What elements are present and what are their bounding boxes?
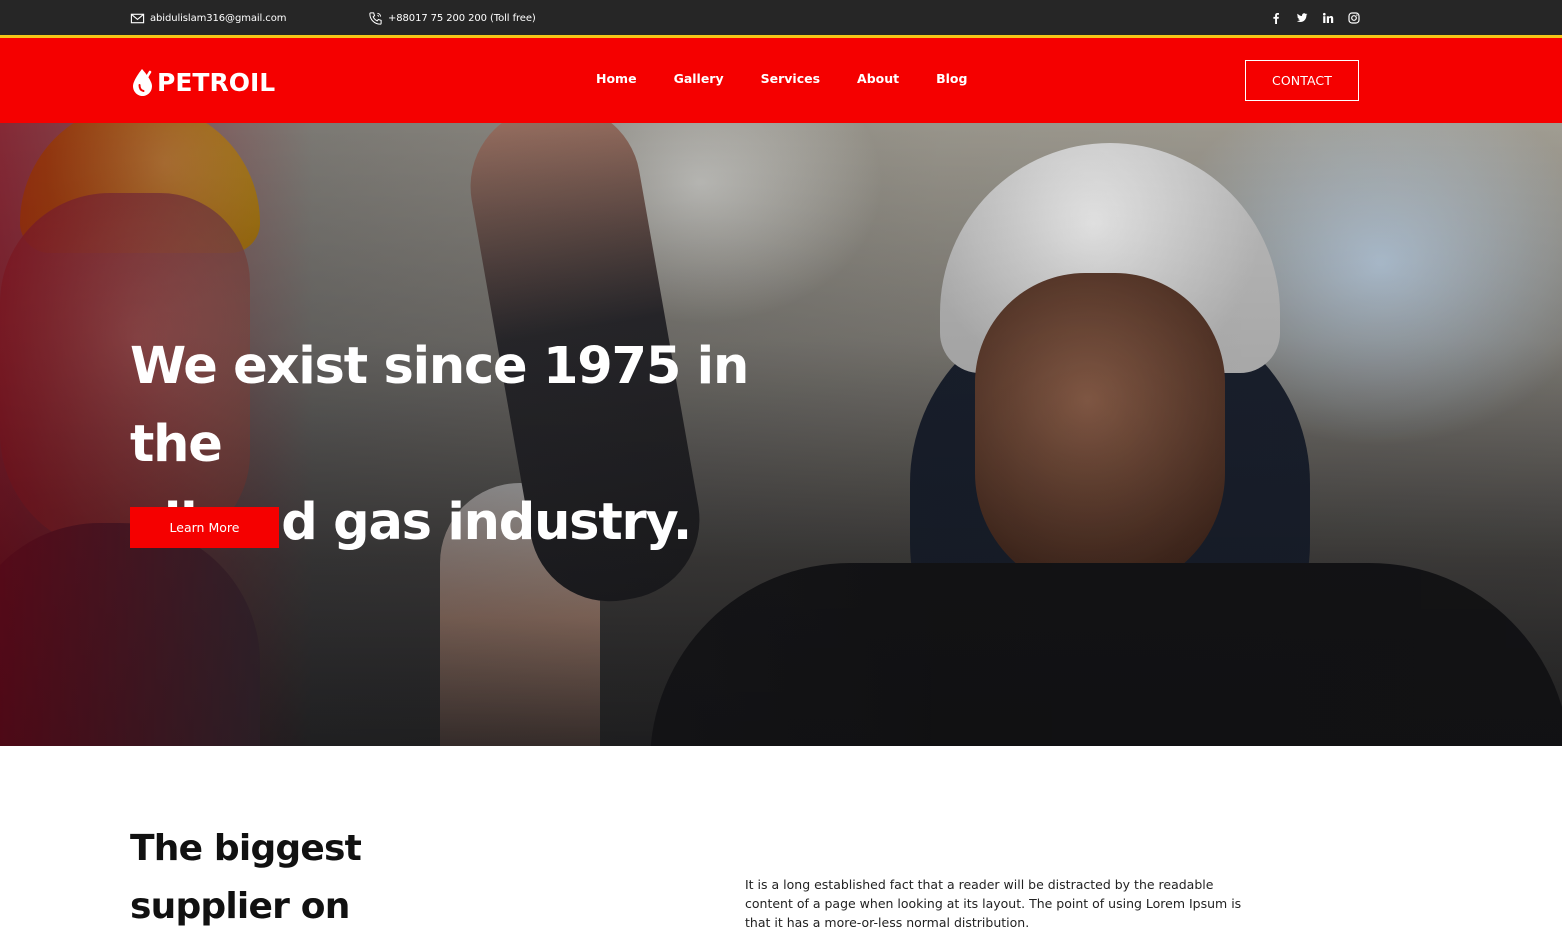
nav-home[interactable]: Home bbox=[596, 71, 637, 86]
mail-icon bbox=[130, 13, 145, 23]
facebook-icon[interactable] bbox=[1268, 10, 1284, 26]
about-title-line-2: supplier on bbox=[130, 886, 350, 927]
phone-icon bbox=[369, 11, 382, 25]
nav-services[interactable]: Services bbox=[761, 71, 820, 86]
learn-more-button[interactable]: Learn More bbox=[130, 507, 279, 548]
logo-text: PETROIL bbox=[157, 67, 276, 97]
contact-email[interactable]: abidulislam316@gmail.com bbox=[130, 10, 286, 26]
oil-drop-icon bbox=[133, 69, 152, 96]
nav-blog[interactable]: Blog bbox=[936, 71, 967, 86]
top-bar: abidulislam316@gmail.com +88017 75 200 2… bbox=[0, 0, 1562, 35]
nav-gallery[interactable]: Gallery bbox=[674, 71, 724, 86]
about-description: It is a long established fact that a rea… bbox=[745, 877, 1242, 927]
hero-banner: We exist since 1975 in the oil and gas i… bbox=[0, 123, 1562, 746]
main-header: PETROIL Home Gallery Services About Blog… bbox=[0, 38, 1562, 123]
contact-button[interactable]: CONTACT bbox=[1245, 60, 1359, 101]
contact-phone[interactable]: +88017 75 200 200 (Toll free) bbox=[368, 10, 536, 26]
instagram-icon[interactable] bbox=[1346, 10, 1362, 26]
logo[interactable]: PETROIL bbox=[130, 66, 275, 98]
about-title: The biggest supplier on bbox=[130, 820, 460, 927]
social-links bbox=[1268, 10, 1372, 26]
hero-title-line-1: We exist since 1975 in the bbox=[130, 337, 749, 474]
phone-text: +88017 75 200 200 (Toll free) bbox=[388, 12, 536, 24]
about-title-line-1: The biggest bbox=[130, 828, 362, 869]
linkedin-icon[interactable] bbox=[1320, 10, 1336, 26]
nav-about[interactable]: About bbox=[857, 71, 899, 86]
twitter-icon[interactable] bbox=[1294, 10, 1310, 26]
main-nav: Home Gallery Services About Blog bbox=[596, 71, 1004, 86]
email-text: abidulislam316@gmail.com bbox=[150, 12, 287, 24]
